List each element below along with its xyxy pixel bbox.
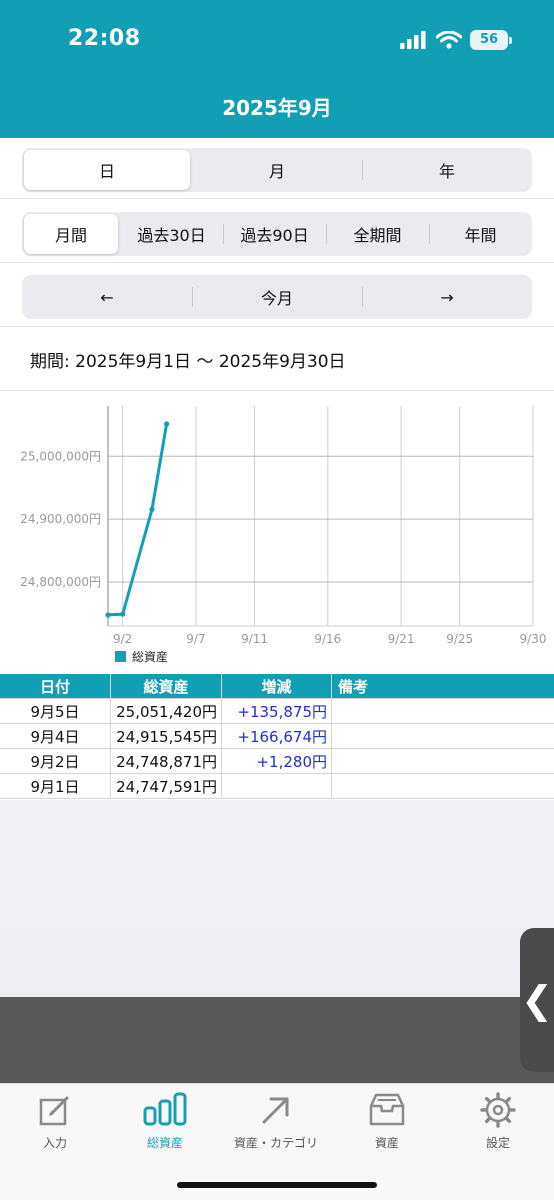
y-tick-label: 24,800,000円 bbox=[20, 575, 101, 589]
data-point bbox=[105, 612, 111, 618]
range-all-time[interactable]: 全期間 bbox=[326, 214, 427, 254]
arrow-up-right-icon bbox=[262, 1097, 289, 1124]
tab-label: 資産・カテゴリ bbox=[233, 1136, 318, 1150]
cell-change: +135,875円 bbox=[222, 699, 332, 724]
range-yearly[interactable]: 年間 bbox=[429, 214, 530, 254]
x-tick-label: 9/11 bbox=[241, 632, 268, 646]
prev-month-button[interactable]: ← bbox=[24, 277, 190, 317]
wifi-icon bbox=[436, 31, 462, 49]
cell-total: 24,748,871円 bbox=[111, 749, 222, 774]
banner-area bbox=[0, 997, 554, 1083]
cell-total: 24,915,545円 bbox=[111, 724, 222, 749]
bar-chart-icon bbox=[143, 1092, 187, 1126]
period-label: 期間: 2025年9月1日 〜 2025年9月30日 bbox=[30, 352, 346, 372]
x-tick-label: 9/25 bbox=[446, 632, 473, 646]
divider bbox=[0, 326, 554, 327]
granularity-segment: 日 月 年 bbox=[22, 148, 532, 192]
tab-label: 設定 bbox=[485, 1136, 510, 1150]
cell-note bbox=[332, 699, 554, 724]
table-row[interactable]: 9月1日 24,747,591円 bbox=[0, 774, 554, 799]
x-tick-label: 9/2 bbox=[113, 632, 132, 646]
cell-note bbox=[332, 774, 554, 799]
range-last-30-days[interactable]: 過去30日 bbox=[122, 214, 221, 254]
x-tick-label: 9/7 bbox=[186, 632, 205, 646]
tab-settings[interactable]: 設定 bbox=[443, 1092, 553, 1151]
x-tick-label: 9/16 bbox=[314, 632, 341, 646]
cell-date: 9月4日 bbox=[0, 724, 111, 749]
x-tick-label: 9/21 bbox=[388, 632, 415, 646]
page-title: 2025年9月 bbox=[222, 96, 332, 120]
cell-date: 9月5日 bbox=[0, 699, 111, 724]
status-icons: 56 bbox=[400, 30, 512, 50]
tab-label: 入力 bbox=[42, 1136, 67, 1150]
tab-asset-category[interactable]: 資産・カテゴリ bbox=[221, 1092, 331, 1151]
y-tick-label: 24,900,000円 bbox=[20, 512, 101, 526]
cell-note bbox=[332, 724, 554, 749]
header: 22:08 56 2025年9月 bbox=[0, 0, 554, 138]
cell-total: 25,051,420円 bbox=[111, 699, 222, 724]
range-segment: 月間 過去30日 過去90日 全期間 年間 bbox=[22, 212, 532, 256]
data-point bbox=[164, 421, 170, 427]
data-point bbox=[120, 611, 126, 617]
range-monthly[interactable]: 月間 bbox=[24, 214, 119, 254]
divider bbox=[0, 262, 554, 263]
divider bbox=[0, 198, 554, 199]
range-last-90-days[interactable]: 過去90日 bbox=[223, 214, 324, 254]
battery-indicator: 56 bbox=[470, 30, 512, 50]
empty-area bbox=[0, 800, 554, 997]
header-date: 日付 bbox=[0, 674, 111, 699]
month-nav: ← 今月 → bbox=[22, 275, 532, 319]
data-point bbox=[149, 506, 155, 512]
chevron-left-icon: ❮ bbox=[521, 978, 553, 1022]
assets-table: 日付 総資産 増減 備考 9月5日 25,051,420円 +135,875円 … bbox=[0, 674, 554, 799]
current-month-button[interactable]: 今月 bbox=[192, 277, 360, 317]
side-panel-handle[interactable]: ❮ bbox=[520, 928, 554, 1072]
table-row[interactable]: 9月2日 24,748,871円 +1,280円 bbox=[0, 749, 554, 774]
segment-year[interactable]: 年 bbox=[362, 150, 530, 190]
next-month-button[interactable]: → bbox=[362, 277, 530, 317]
tab-assets[interactable]: 資産 bbox=[332, 1092, 442, 1151]
legend-label: 総資産 bbox=[132, 649, 168, 664]
cell-change bbox=[222, 774, 332, 799]
cell-change: +166,674円 bbox=[222, 724, 332, 749]
status-time: 22:08 bbox=[68, 26, 141, 51]
tray-icon bbox=[369, 1093, 405, 1126]
edit-icon bbox=[39, 1096, 69, 1126]
gear-icon bbox=[480, 1092, 516, 1128]
cell-date: 9月2日 bbox=[0, 749, 111, 774]
table-header-row: 日付 総資産 増減 備考 bbox=[0, 674, 554, 699]
total-assets-chart: 9/2 9/7 9/11 9/16 9/21 9/25 9/30 24,800,000円 24,… bbox=[20, 406, 547, 664]
cell-total: 24,747,591円 bbox=[111, 774, 222, 799]
y-tick-label: 25,000,000円 bbox=[20, 449, 101, 463]
tab-label: 総資産 bbox=[146, 1136, 183, 1150]
header-change: 増減 bbox=[222, 674, 332, 699]
segment-month[interactable]: 月 bbox=[194, 150, 360, 190]
table-row[interactable]: 9月4日 24,915,545円 +166,674円 bbox=[0, 724, 554, 749]
segment-day[interactable]: 日 bbox=[24, 150, 190, 190]
cell-note bbox=[332, 749, 554, 774]
home-indicator bbox=[177, 1182, 377, 1188]
legend-swatch bbox=[115, 651, 126, 662]
cell-date: 9月1日 bbox=[0, 774, 111, 799]
table-row[interactable]: 9月5日 25,051,420円 +135,875円 bbox=[0, 699, 554, 724]
tab-input[interactable]: 入力 bbox=[0, 1092, 110, 1151]
x-tick-label: 9/30 bbox=[520, 632, 547, 646]
header-note: 備考 bbox=[332, 674, 554, 699]
tab-total-assets[interactable]: 総資産 bbox=[110, 1092, 220, 1151]
cell-change: +1,280円 bbox=[222, 749, 332, 774]
signal-icon bbox=[400, 31, 426, 49]
header-total: 総資産 bbox=[111, 674, 222, 699]
tab-label: 資産 bbox=[374, 1136, 399, 1150]
